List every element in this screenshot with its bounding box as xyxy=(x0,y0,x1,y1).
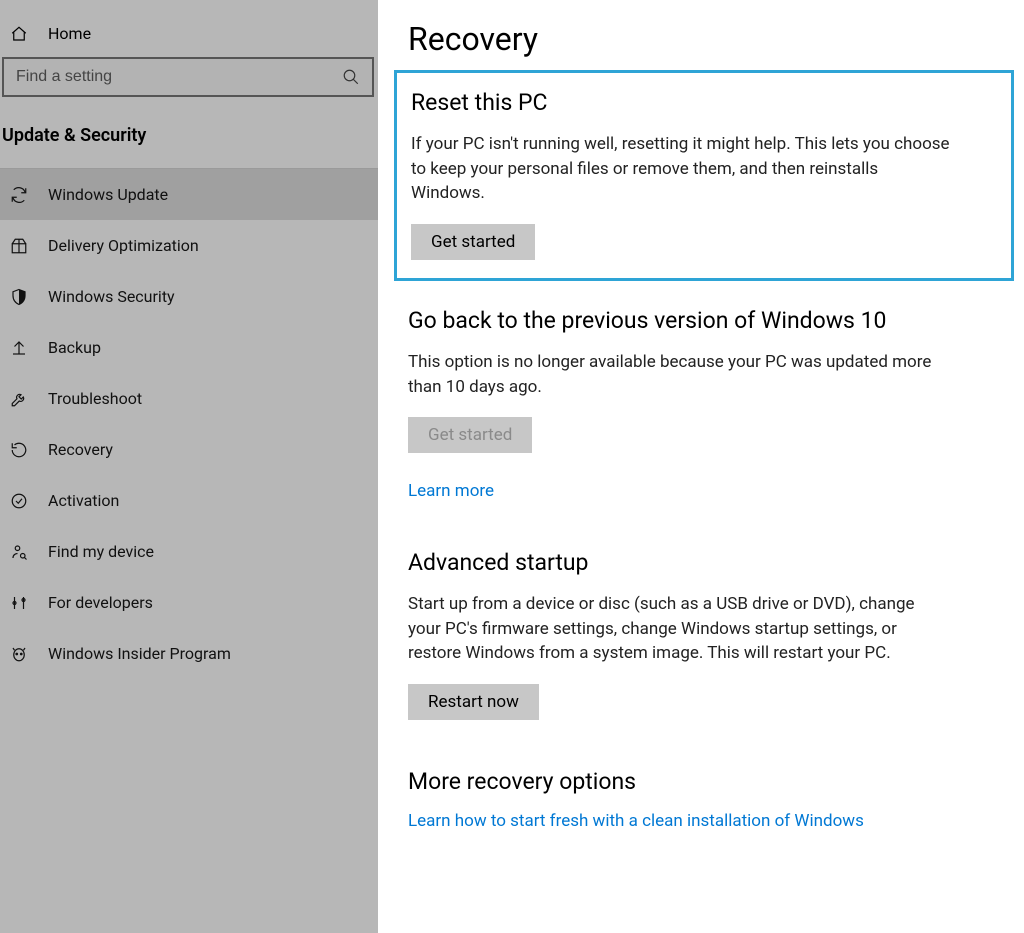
reset-get-started-button[interactable]: Get started xyxy=(411,224,535,260)
page-title: Recovery xyxy=(408,20,994,58)
go-back-title: Go back to the previous version of Windo… xyxy=(408,307,994,334)
sidebar-home[interactable]: Home xyxy=(0,10,378,57)
restart-now-button[interactable]: Restart now xyxy=(408,684,539,720)
sidebar-item-activation[interactable]: Activation xyxy=(0,475,378,526)
go-back-section: Go back to the previous version of Windo… xyxy=(408,307,994,501)
sidebar-item-label: Backup xyxy=(48,338,101,357)
sidebar-item-backup[interactable]: Backup xyxy=(0,322,378,373)
sidebar-item-windows-security[interactable]: Windows Security xyxy=(0,271,378,322)
sidebar-category-title: Update & Security xyxy=(0,97,378,169)
sidebar-item-label: Recovery xyxy=(48,440,113,459)
more-recovery-section: More recovery options Learn how to start… xyxy=(408,768,994,831)
sidebar-home-label: Home xyxy=(48,24,91,43)
reset-this-pc-body: If your PC isn't running well, resetting… xyxy=(411,132,951,206)
search-icon xyxy=(342,68,360,86)
sidebar-item-label: For developers xyxy=(48,593,153,612)
reset-this-pc-highlight: Reset this PC If your PC isn't running w… xyxy=(394,70,1014,281)
sidebar-item-label: Windows Security xyxy=(48,287,175,306)
advanced-startup-body: Start up from a device or disc (such as … xyxy=(408,592,948,666)
sidebar-item-windows-update[interactable]: Windows Update xyxy=(0,169,378,220)
sidebar-item-label: Windows Insider Program xyxy=(48,644,231,663)
search-box[interactable] xyxy=(2,57,374,97)
advanced-startup-section: Advanced startup Start up from a device … xyxy=(408,549,994,720)
wrench-icon xyxy=(10,390,28,408)
sidebar-item-label: Activation xyxy=(48,491,119,510)
recovery-icon xyxy=(10,441,28,459)
sidebar-item-windows-insider-program[interactable]: Windows Insider Program xyxy=(0,628,378,679)
sidebar-item-label: Windows Update xyxy=(48,185,168,204)
sidebar-item-delivery-optimization[interactable]: Delivery Optimization xyxy=(0,220,378,271)
start-fresh-link[interactable]: Learn how to start fresh with a clean in… xyxy=(408,811,864,831)
developer-icon xyxy=(10,594,28,612)
search-input[interactable] xyxy=(16,68,342,86)
backup-icon xyxy=(10,339,28,357)
sidebar-item-troubleshoot[interactable]: Troubleshoot xyxy=(0,373,378,424)
sidebar: Home Update & Security Windows Update xyxy=(0,0,378,933)
main-content: Recovery Reset this PC If your PC isn't … xyxy=(378,0,1024,933)
sidebar-item-recovery[interactable]: Recovery xyxy=(0,424,378,475)
reset-this-pc-title: Reset this PC xyxy=(411,89,997,116)
advanced-startup-title: Advanced startup xyxy=(408,549,994,576)
sidebar-item-label: Find my device xyxy=(48,542,154,561)
sync-icon xyxy=(10,186,28,204)
insider-icon xyxy=(10,645,28,663)
sidebar-item-label: Delivery Optimization xyxy=(48,236,199,255)
home-icon xyxy=(10,25,28,43)
sidebar-nav-list: Windows Update Delivery Optimization Win… xyxy=(0,169,378,679)
more-recovery-title: More recovery options xyxy=(408,768,994,795)
go-back-get-started-button: Get started xyxy=(408,417,532,453)
shield-icon xyxy=(10,288,28,306)
delivery-icon xyxy=(10,237,28,255)
sidebar-item-label: Troubleshoot xyxy=(48,389,142,408)
sidebar-item-for-developers[interactable]: For developers xyxy=(0,577,378,628)
sidebar-item-find-my-device[interactable]: Find my device xyxy=(0,526,378,577)
find-icon xyxy=(10,543,28,561)
activation-icon xyxy=(10,492,28,510)
search-box-wrap xyxy=(0,57,378,97)
go-back-learn-more-link[interactable]: Learn more xyxy=(408,481,494,501)
go-back-body: This option is no longer available becau… xyxy=(408,350,948,399)
